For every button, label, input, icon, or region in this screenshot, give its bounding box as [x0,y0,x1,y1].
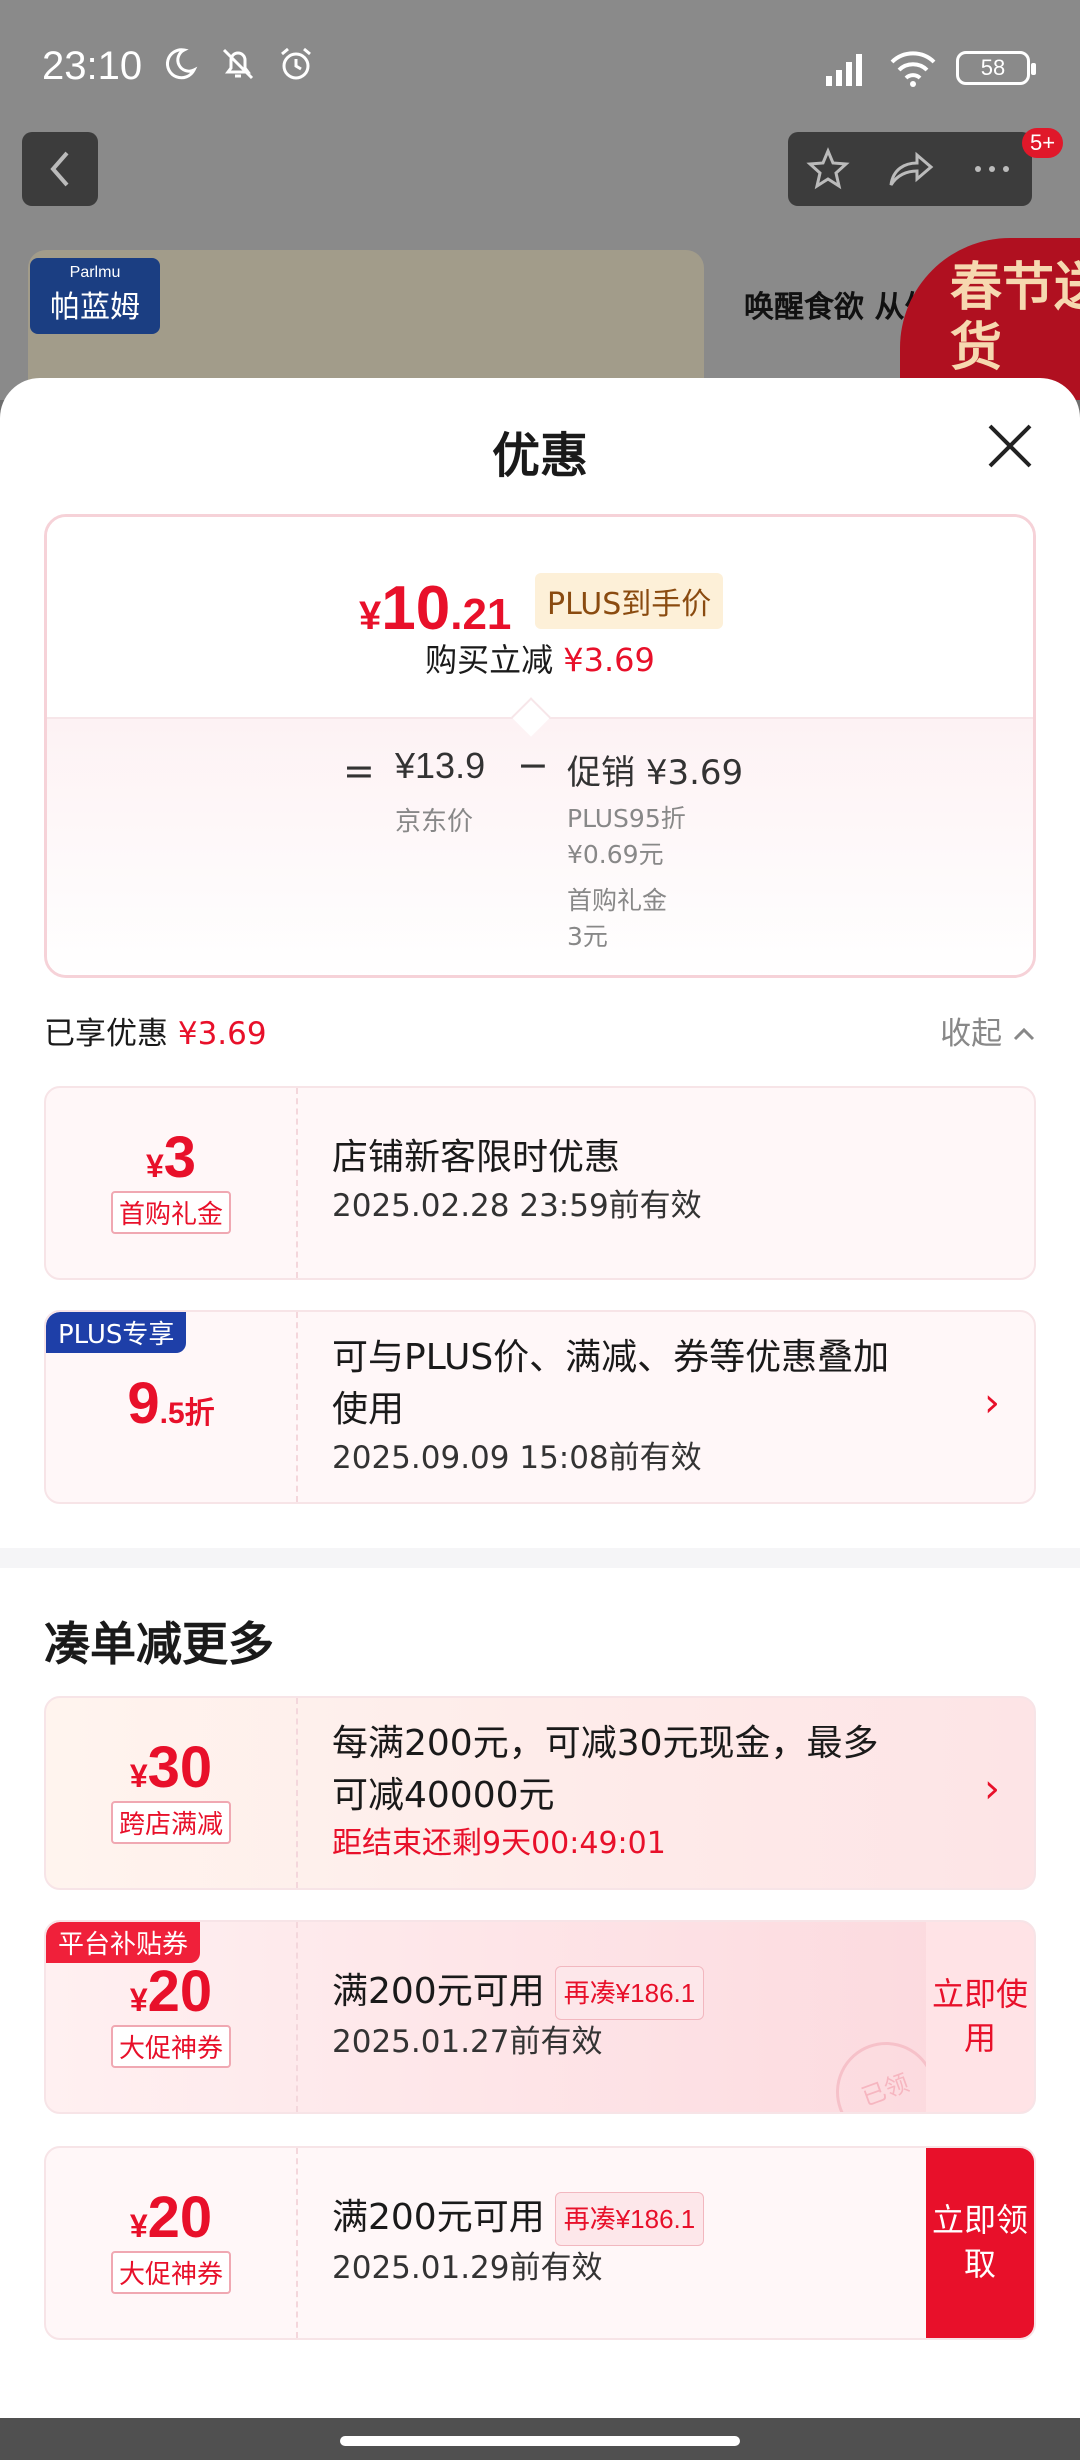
collapse-toggle[interactable]: 收起 [940,1008,1036,1053]
equals-sign: = [343,749,375,793]
more-needed-tag: 再凑¥186.1 [554,1966,705,2020]
claim-now-button[interactable]: 立即领取 [926,2148,1034,2338]
section-title: 凑单减更多 [44,1617,274,1671]
coupon-big-promo: ¥20 大促神券 满200元可用 再凑¥186.1 2025.01.29前有效 立… [44,2146,1036,2340]
top-actions [788,132,1032,206]
coupon-title-line2: 可减40000元 [332,1775,555,1816]
coupon-amount: ¥20 [129,1959,213,2024]
alarm-icon [281,47,311,80]
platform-subsidy-tag: 平台补贴券 [46,1922,201,1963]
signal-icon [826,54,862,86]
chevron-up-icon [1013,1027,1035,1041]
brand-logo: Parlmu 帕蓝姆 [30,258,160,334]
back-button[interactable] [22,132,98,206]
status-bar: 23:10 58 [0,0,1080,130]
status-left-icons [160,44,316,84]
minus-sign: − [517,743,549,787]
jd-price: ¥13.9 [395,745,486,786]
coupon-first-purchase: ¥3 首购礼金 店铺新客限时优惠 2025.02.28 23:59前有效 [44,1086,1036,1280]
coupon-title: 满200元可用 [332,1971,545,2012]
star-icon[interactable] [806,147,850,191]
chevron-right-icon: › [984,1766,1000,1812]
jd-price-label: 京东价 [395,807,474,837]
discount-sheet: 优惠 ¥10.21 PLUS到手价 购买立减 ¥3.69 = ¥13.9 京东价… [0,378,1080,2418]
moon-icon [165,48,198,80]
coupon-countdown: 距结束还剩9天00:49:01 [332,1826,666,1861]
coupon-title-line2: 使用 [332,1389,405,1430]
status-right-icons: 58 [822,48,1036,88]
coupon-type-tag: 大促神券 [110,2251,231,2294]
coupon-title-line1: 每满200元，可减30元现金，最多 [332,1723,879,1764]
coupon-amount: ¥30 [129,1735,213,1800]
share-icon[interactable] [885,147,935,191]
coupon-title-line1: 可与PLUS价、满减、券等优惠叠加 [332,1337,890,1378]
promo-detail-gift: 首购礼金 [567,886,668,915]
coupon-type-tag: 跨店满减 [110,1801,231,1844]
wifi-icon [890,51,936,87]
coupon-platform-subsidy: ¥20 大促神券 平台补贴券 满200元可用 再凑¥186.1 2025.01.2… [44,1920,1036,2114]
coupon-plus-discount[interactable]: 9.5折 PLUS专享 可与PLUS价、满减、券等优惠叠加 使用 2025.09… [44,1310,1036,1504]
chevron-left-icon [50,151,69,187]
coupon-type-tag: 大促神券 [110,2025,231,2068]
coupon-amount: ¥3 [145,1125,197,1190]
sheet-title: 优惠 [491,428,588,484]
use-now-button[interactable]: 立即使用 [926,1922,1034,2112]
status-time: 23:10 [42,44,143,88]
coupon-validity: 2025.01.27前有效 [332,2024,603,2060]
coupon-validity: 2025.02.28 23:59前有效 [332,1188,702,1224]
promo-detail-plus-value: ¥0.69元 [567,840,664,869]
message-count-badge: 5+ [1022,128,1064,158]
more-needed-tag: 再凑¥186.1 [554,2192,705,2246]
final-price: ¥10.21 [359,574,512,643]
coupon-cross-store[interactable]: ¥30 跨店满减 每满200元，可减30元现金，最多 可减40000元 距结束还… [44,1696,1036,1890]
plus-price-tag: PLUS到手价 [535,573,724,629]
spring-delivery-stamp: 春节送货 [900,238,1080,400]
coupon-validity: 2025.09.09 15:08前有效 [332,1440,702,1476]
plus-exclusive-tag: PLUS专享 [46,1312,187,1353]
coupon-validity: 2025.01.29前有效 [332,2250,603,2286]
coupon-amount: ¥20 [129,2185,213,2250]
mute-bell-icon [222,48,254,80]
price-summary-card: ¥10.21 PLUS到手价 购买立减 ¥3.69 = ¥13.9 京东价 − … [44,514,1036,978]
enjoyed-discount: 已享优惠 ¥3.69 [44,1016,267,1052]
more-icon[interactable] [970,147,1014,191]
promo-detail-plus: PLUS95折 [567,804,686,833]
home-indicator[interactable] [340,2436,740,2446]
coupon-title: 店铺新客限时优惠 [332,1137,621,1178]
coupon-amount: 9.5折 [127,1371,215,1436]
instant-reduce: 购买立减 ¥3.69 [425,641,655,679]
chevron-right-icon: › [984,1380,1000,1426]
coupon-type-tag: 首购礼金 [110,1191,231,1234]
promo-detail-gift-value: 3元 [567,922,608,951]
promo-total: 促销 ¥3.69 [567,753,744,793]
close-icon[interactable] [984,420,1036,472]
section-divider [0,1548,1080,1568]
battery-indicator: 58 [956,51,1036,85]
coupon-title: 满200元可用 [332,2197,545,2238]
